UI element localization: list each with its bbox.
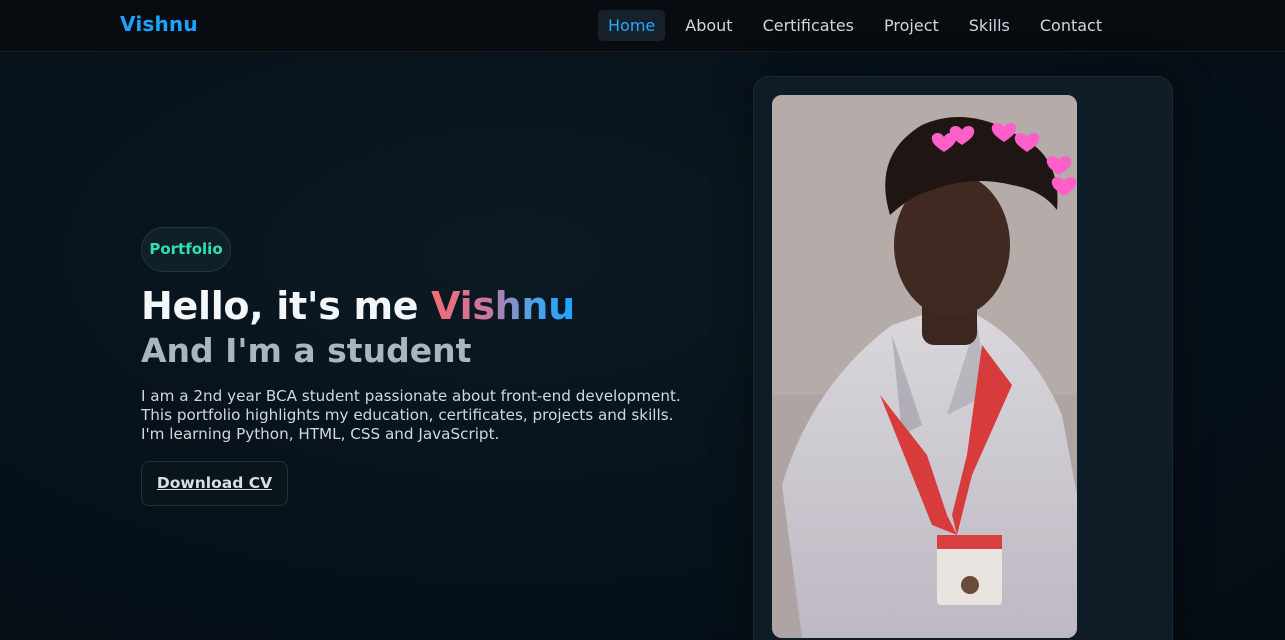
hero-headline: Hello, it's me Vishnu — [141, 284, 575, 328]
portfolio-badge: Portfolio — [141, 227, 231, 272]
brand-logo[interactable]: Vishnu — [120, 12, 198, 36]
hero-role: And I'm a student — [141, 331, 472, 370]
download-cv-button[interactable]: Download CV — [141, 461, 288, 506]
greeting-text: Hello, it's me — [141, 284, 432, 328]
hero-name: Vishnu — [431, 284, 575, 328]
nav-links: Home About Certificates Project Skills C… — [598, 10, 1122, 41]
nav-home-link[interactable]: Home — [598, 10, 666, 41]
nav-certificates-link[interactable]: Certificates — [753, 10, 864, 41]
nav-project-link[interactable]: Project — [874, 10, 949, 41]
navbar: Vishnu Home About Certificates Project S… — [0, 0, 1285, 52]
profile-photo-illustration — [772, 95, 1077, 638]
nav-contact-link[interactable]: Contact — [1030, 10, 1112, 41]
nav-skills-link[interactable]: Skills — [959, 10, 1020, 41]
profile-photo — [772, 95, 1077, 638]
nav-about-link[interactable]: About — [675, 10, 742, 41]
hero-description: I am a 2nd year BCA student passionate a… — [141, 387, 681, 443]
